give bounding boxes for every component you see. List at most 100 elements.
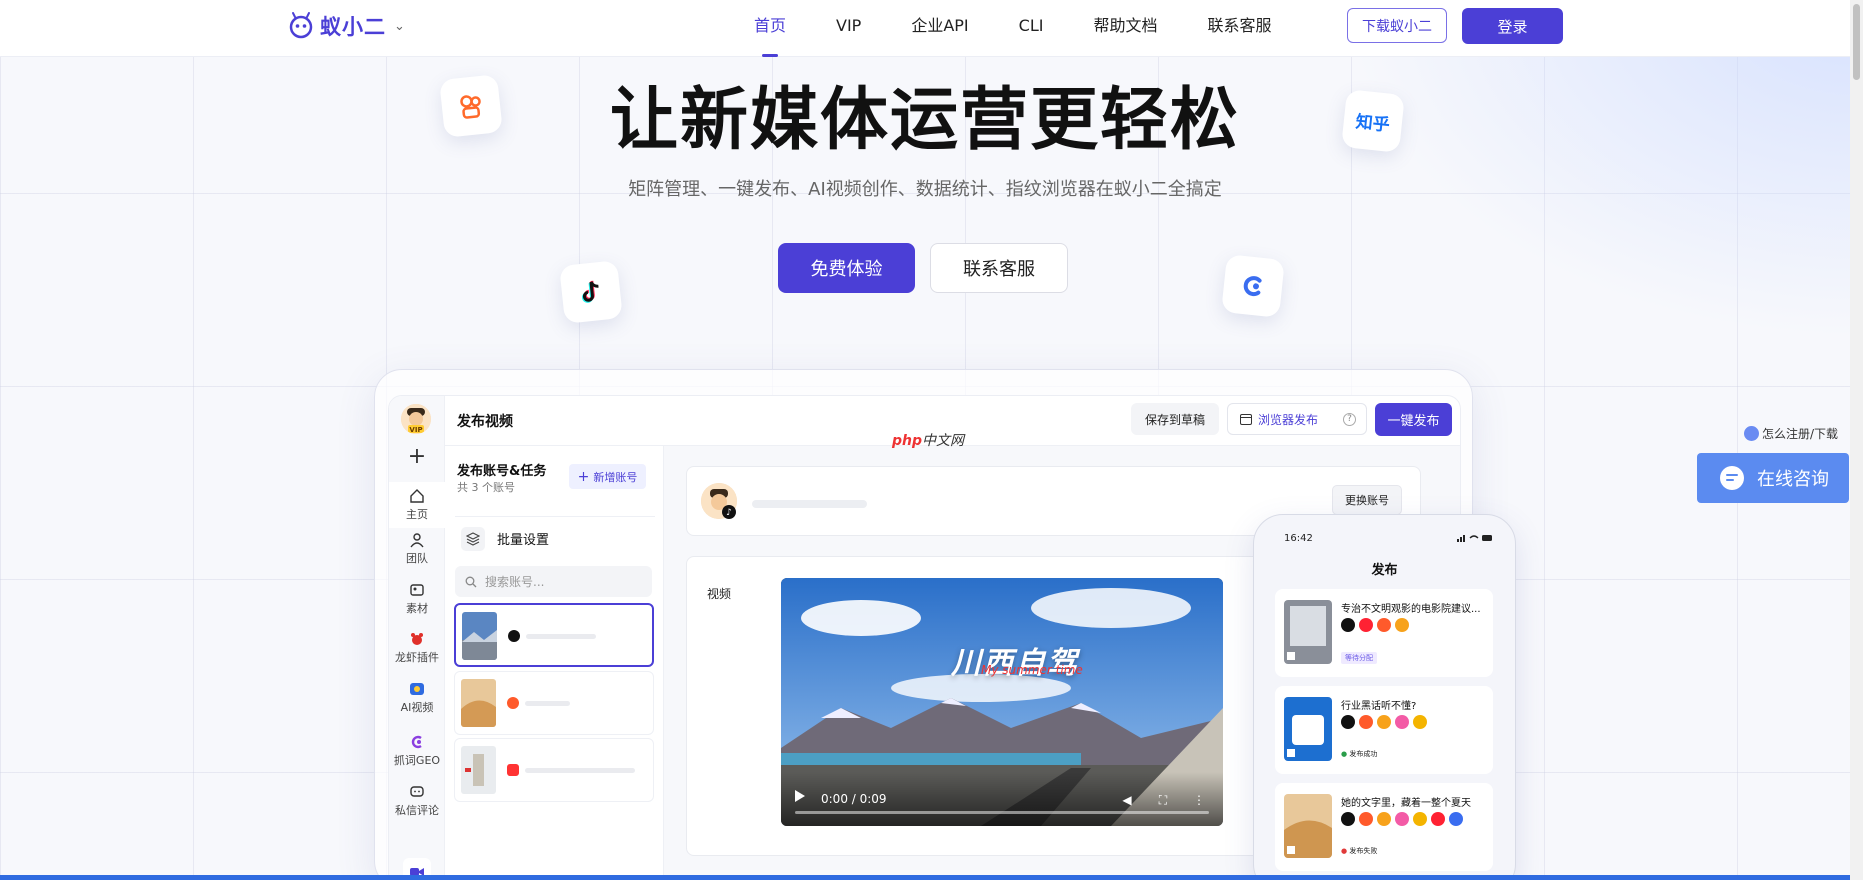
sidebar-item-label: 素材 bbox=[406, 602, 428, 615]
douyin-icon bbox=[508, 630, 520, 642]
sidebar-item-lobster[interactable]: 龙虾插件 bbox=[389, 631, 445, 665]
chevron-down-icon[interactable]: ⌄ bbox=[394, 19, 405, 34]
bilibili-icon bbox=[1395, 812, 1409, 826]
watermark: php中文网 bbox=[892, 430, 964, 450]
help-icon[interactable]: ? bbox=[1343, 413, 1356, 426]
add-account-button[interactable]: + 新增账号 bbox=[569, 464, 646, 489]
post-thumbnail bbox=[1284, 794, 1332, 858]
hero-title: 让新媒体运营更轻松 bbox=[609, 81, 1240, 160]
account-panel-title: 发布账号&任务 bbox=[457, 464, 547, 479]
douyin-icon bbox=[559, 260, 623, 324]
add-account-label: 新增账号 bbox=[593, 470, 638, 484]
platform-icons bbox=[1341, 618, 1409, 632]
watermark-prefix: php bbox=[892, 433, 923, 449]
video-controls: 0:00 / 0:09 ◀ ⛶ ⋮ bbox=[781, 772, 1223, 826]
save-draft-button[interactable]: 保存到草稿 bbox=[1131, 403, 1219, 435]
bottom-taskbar-strip bbox=[0, 875, 1850, 880]
phone-post-card[interactable]: 她的文字里，藏着一整个夏天 ● 发布失败 bbox=[1275, 783, 1493, 871]
post-title: 她的文字里，藏着一整个夏天 bbox=[1341, 798, 1471, 809]
app-sidebar: VIP + 主页 团队 素材 龙虾插件 AI视频 抓词GEO 私信评论 bbox=[389, 396, 445, 880]
message-icon bbox=[410, 786, 424, 797]
chat-small-icon bbox=[1744, 425, 1759, 441]
post-thumbnail bbox=[1284, 600, 1332, 664]
chat-bubble-icon bbox=[1720, 466, 1744, 490]
scrollbar[interactable] bbox=[1850, 0, 1863, 880]
nav-contact[interactable]: 联系客服 bbox=[1197, 0, 1281, 57]
account-search-input[interactable]: 搜索账号... bbox=[455, 566, 652, 597]
avatar-image: ♪ bbox=[701, 483, 737, 519]
scrollbar-thumb[interactable] bbox=[1853, 4, 1860, 80]
material-icon bbox=[410, 584, 424, 596]
video-player[interactable]: 川西自驾 My summer time 0:00 / 0:09 ◀ ⛶ ⋮ bbox=[781, 578, 1223, 826]
video-progress-bar[interactable] bbox=[795, 811, 1209, 814]
sidebar-item-geo[interactable]: 抓词GEO bbox=[389, 734, 445, 768]
account-panel: 发布账号&任务 共 3 个账号 + 新增账号 批量设置 搜索账号... bbox=[445, 446, 664, 880]
one-click-publish-button[interactable]: 一键发布 bbox=[1375, 403, 1452, 436]
c-logo-glyph bbox=[1243, 276, 1262, 297]
account-thumbnail bbox=[461, 746, 496, 794]
watermark-suffix: 中文网 bbox=[922, 433, 965, 449]
ai-video-icon bbox=[410, 683, 424, 695]
account-thumbnail bbox=[461, 679, 496, 727]
platform-icons bbox=[1341, 812, 1463, 826]
volume-icon[interactable]: ◀ bbox=[1121, 794, 1133, 806]
nav-cli[interactable]: CLI bbox=[1009, 0, 1054, 57]
free-trial-button[interactable]: 免费体验 bbox=[778, 243, 915, 293]
weibo-icon bbox=[1413, 715, 1427, 729]
nav-enterprise-api[interactable]: 企业API bbox=[901, 0, 978, 57]
main-nav: 首页 VIP 企业API CLI 帮助文档 联系客服 bbox=[744, 0, 1312, 57]
account-count: 共 3 个账号 bbox=[457, 481, 515, 494]
phone-title: 发布 bbox=[1371, 563, 1398, 578]
top-navbar: 蚁小二 ⌄ 首页 VIP 企业API CLI 帮助文档 联系客服 下载蚁小二 登… bbox=[0, 0, 1850, 57]
nav-home[interactable]: 首页 bbox=[744, 0, 796, 57]
switch-account-button[interactable]: 更换账号 bbox=[1332, 485, 1402, 515]
login-button[interactable]: 登录 bbox=[1462, 8, 1563, 44]
sidebar-item-material[interactable]: 素材 bbox=[389, 582, 445, 616]
xiaohongshu-icon bbox=[1359, 618, 1373, 632]
contact-service-button[interactable]: 联系客服 bbox=[930, 243, 1068, 293]
bilibili-icon bbox=[1395, 715, 1409, 729]
logo[interactable]: 蚁小二 ⌄ bbox=[286, 11, 405, 41]
register-download-help-link[interactable]: 怎么注册/下载 bbox=[1744, 422, 1838, 444]
sidebar-item-label: 主页 bbox=[406, 508, 428, 521]
xiaohongshu-icon bbox=[507, 764, 519, 776]
douyin-icon bbox=[1341, 812, 1355, 826]
phone-post-card[interactable]: 行业黑话听不懂? ● 发布成功 bbox=[1275, 686, 1493, 774]
nav-vip[interactable]: VIP bbox=[826, 0, 871, 57]
sidebar-item-team[interactable]: 团队 bbox=[389, 532, 445, 566]
avatar[interactable]: ♪ bbox=[701, 483, 737, 519]
search-icon bbox=[465, 576, 477, 587]
platform-icons bbox=[1341, 715, 1427, 729]
kuaishou-icon bbox=[1377, 618, 1391, 632]
post-thumbnail bbox=[1284, 697, 1332, 761]
sidebar-item-messages[interactable]: 私信评论 bbox=[389, 784, 445, 818]
more-options-icon[interactable]: ⋮ bbox=[1193, 794, 1205, 806]
download-button[interactable]: 下载蚁小二 bbox=[1347, 8, 1447, 43]
search-placeholder: 搜索账号... bbox=[485, 575, 545, 589]
browser-publish-button[interactable]: 浏览器发布 ? bbox=[1227, 403, 1367, 435]
account-thumbnail bbox=[462, 612, 497, 660]
chat-label: 在线咨询 bbox=[1757, 469, 1829, 490]
c-logo-icon bbox=[1221, 254, 1285, 318]
geo-icon bbox=[411, 735, 422, 749]
play-icon[interactable] bbox=[795, 790, 805, 802]
ant-logo-icon bbox=[289, 12, 313, 39]
home-icon bbox=[410, 489, 424, 503]
account-item[interactable] bbox=[454, 603, 654, 667]
sidebar-item-ai-video[interactable]: AI视频 bbox=[389, 681, 445, 715]
lobster-icon bbox=[411, 633, 423, 645]
phone-post-card[interactable]: 专治不文明观影的电影院建议... 等待分配 bbox=[1275, 589, 1493, 677]
nav-help-docs[interactable]: 帮助文档 bbox=[1083, 0, 1167, 57]
account-item[interactable] bbox=[454, 738, 654, 802]
fullscreen-icon[interactable]: ⛶ bbox=[1157, 794, 1169, 806]
batch-settings[interactable]: 批量设置 bbox=[455, 516, 655, 552]
phone-mockup: 16:42 发布 专治不文明观影的电影院建议... 等待分配 行业黑话听不懂? … bbox=[1253, 514, 1516, 880]
plus-icon[interactable]: + bbox=[403, 444, 431, 472]
account-item[interactable] bbox=[454, 671, 654, 735]
browser-icon bbox=[1240, 413, 1252, 425]
avatar[interactable]: VIP bbox=[401, 404, 431, 434]
sidebar-item-home[interactable]: 主页 bbox=[389, 482, 445, 528]
status-badge: 等待分配 bbox=[1341, 652, 1377, 664]
online-consult-button[interactable]: 在线咨询 bbox=[1697, 453, 1849, 503]
weibo-icon bbox=[1413, 812, 1427, 826]
